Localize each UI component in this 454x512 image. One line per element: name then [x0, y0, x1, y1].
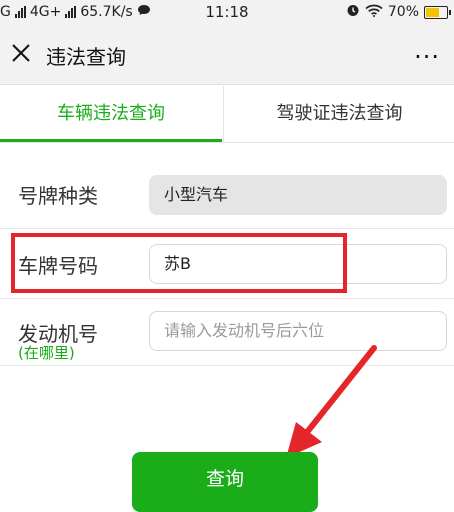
divider: [0, 228, 454, 229]
tab-license-violation[interactable]: 驾驶证违法查询: [223, 86, 454, 142]
active-tab-indicator: [0, 139, 222, 142]
battery-fill: [426, 7, 440, 17]
engine-number-help-link[interactable]: (在哪里): [18, 342, 75, 363]
alarm-icon: [346, 3, 360, 21]
annotation-arrow: [286, 345, 377, 458]
status-bar: G 4G+ 65.7K/s 11:18 70%: [0, 0, 454, 26]
wifi-icon: [365, 4, 383, 21]
tab-bar: 车辆违法查询 驾驶证违法查询: [0, 86, 454, 143]
query-button[interactable]: 查询: [132, 452, 318, 512]
tab-label: 驾驶证违法查询: [276, 103, 403, 124]
battery-icon: [424, 5, 451, 19]
divider: [0, 298, 454, 299]
tab-label: 车辆违法查询: [57, 103, 165, 124]
more-menu-icon[interactable]: ...: [414, 36, 440, 64]
annotation-highlight-box: [11, 233, 347, 293]
plate-type-select[interactable]: 小型汽车: [149, 175, 447, 215]
status-right: 70%: [346, 3, 451, 21]
tab-vehicle-violation[interactable]: 车辆违法查询: [0, 86, 222, 142]
title-bar: 违法查询 ...: [0, 26, 454, 85]
close-icon[interactable]: [8, 40, 34, 66]
plate-type-label: 号牌种类: [18, 184, 98, 208]
battery-percent: 70%: [387, 4, 419, 20]
plate-type-value: 小型汽车: [164, 185, 229, 204]
page-title: 违法查询: [46, 45, 126, 69]
